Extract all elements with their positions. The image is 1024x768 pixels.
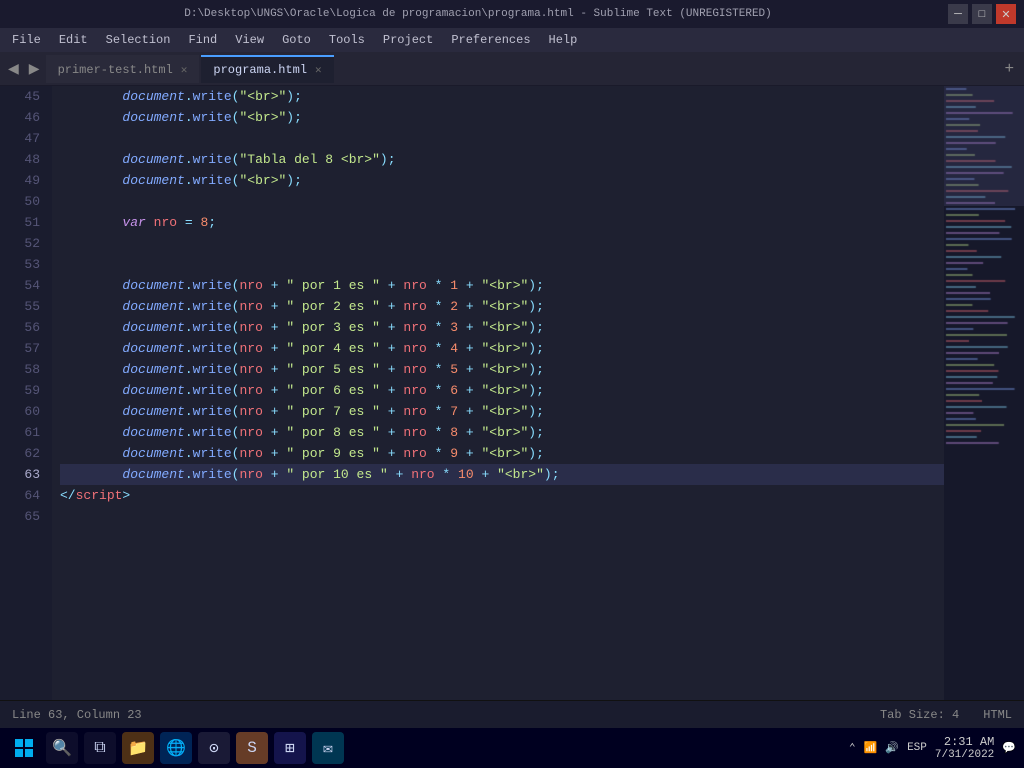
code-line-61: document.write(nro + " por 8 es " + nro … <box>60 422 944 443</box>
code-line-46: document.write("<br>"); <box>60 107 944 128</box>
code-area[interactable]: document.write("<br>"); document.write("… <box>52 86 944 700</box>
explorer-taskbar-icon[interactable]: 📁 <box>122 732 154 764</box>
code-line-56: document.write(nro + " por 3 es " + nro … <box>60 317 944 338</box>
menu-view[interactable]: View <box>227 31 272 49</box>
code-line-63: document.write(nro + " por 10 es " + nro… <box>60 464 944 485</box>
title-bar: D:\Desktop\UNGS\Oracle\Logica de program… <box>0 0 1024 28</box>
code-line-58: document.write(nro + " por 5 es " + nro … <box>60 359 944 380</box>
menu-file[interactable]: File <box>4 31 49 49</box>
code-line-60: document.write(nro + " por 7 es " + nro … <box>60 401 944 422</box>
tab-size[interactable]: Tab Size: 4 <box>880 708 959 722</box>
taskbar-language[interactable]: ESP <box>907 742 927 754</box>
clock[interactable]: 2:31 AM 7/31/2022 <box>935 735 994 761</box>
chrome-taskbar-icon[interactable]: ⊙ <box>198 732 230 764</box>
status-right: Tab Size: 4 HTML <box>880 708 1012 722</box>
tab-add-button[interactable]: + <box>999 60 1020 78</box>
line-numbers: 45 46 47 48 49 50 51 52 53 54 55 56 57 5… <box>0 86 52 700</box>
editor-container: 45 46 47 48 49 50 51 52 53 54 55 56 57 5… <box>0 86 1024 700</box>
menu-edit[interactable]: Edit <box>51 31 96 49</box>
code-line-59: document.write(nro + " por 6 es " + nro … <box>60 380 944 401</box>
code-line-49: document.write("<br>"); <box>60 170 944 191</box>
code-line-65 <box>60 506 944 527</box>
menu-find[interactable]: Find <box>180 31 225 49</box>
tab-close-icon[interactable]: ✕ <box>315 63 322 77</box>
code-line-57: document.write(nro + " por 4 es " + nro … <box>60 338 944 359</box>
menu-project[interactable]: Project <box>375 31 441 49</box>
code-line-50 <box>60 191 944 212</box>
tab-label: primer-test.html <box>58 63 173 77</box>
taskbar-right: ⌃ 📶 🔊 ESP 2:31 AM 7/31/2022 💬 <box>849 735 1016 761</box>
tab-label: programa.html <box>213 63 307 77</box>
menu-goto[interactable]: Goto <box>274 31 319 49</box>
title-text: D:\Desktop\UNGS\Oracle\Logica de program… <box>8 8 948 20</box>
tab-prev-button[interactable]: ◀ <box>4 55 23 83</box>
windows-logo-icon <box>15 739 33 757</box>
code-line-48: document.write("Tabla del 8 <br>"); <box>60 149 944 170</box>
taskbar-volume-icon[interactable]: 🔊 <box>885 741 899 755</box>
clock-time: 2:31 AM <box>935 735 994 749</box>
taskbar-wifi-icon[interactable]: 📶 <box>864 741 878 755</box>
taskbar: 🔍 ⧉ 📁 🌐 ⊙ S ⊞ ✉ ⌃ 📶 🔊 ESP 2:31 AM 7/31/2… <box>0 728 1024 768</box>
menu-bar: File Edit Selection Find View Goto Tools… <box>0 28 1024 52</box>
minimap <box>944 86 1024 700</box>
taskbar-notification-icon[interactable]: 💬 <box>1002 741 1016 755</box>
mail-taskbar-icon[interactable]: ✉ <box>312 732 344 764</box>
menu-selection[interactable]: Selection <box>98 31 179 49</box>
code-line-64: </script> <box>60 485 944 506</box>
cursor-position: Line 63, Column 23 <box>12 708 142 722</box>
tab-primer-test[interactable]: primer-test.html ✕ <box>46 55 200 83</box>
language-indicator[interactable]: HTML <box>983 708 1012 722</box>
code-line-53 <box>60 254 944 275</box>
edge-taskbar-icon[interactable]: 🌐 <box>160 732 192 764</box>
tab-next-button[interactable]: ▶ <box>25 55 44 83</box>
tab-programa[interactable]: programa.html ✕ <box>201 55 333 83</box>
search-taskbar-button[interactable]: 🔍 <box>46 732 78 764</box>
menu-help[interactable]: Help <box>541 31 586 49</box>
menu-tools[interactable]: Tools <box>321 31 373 49</box>
clock-date: 7/31/2022 <box>935 749 994 761</box>
code-line-52 <box>60 233 944 254</box>
windows-security-icon[interactable]: ⊞ <box>274 732 306 764</box>
minimize-button[interactable]: ─ <box>948 4 968 24</box>
menu-preferences[interactable]: Preferences <box>443 31 538 49</box>
task-view-button[interactable]: ⧉ <box>84 732 116 764</box>
code-line-51: var nro = 8; <box>60 212 944 233</box>
code-line-62: document.write(nro + " por 9 es " + nro … <box>60 443 944 464</box>
taskbar-left: 🔍 ⧉ 📁 🌐 ⊙ S ⊞ ✉ <box>8 732 344 764</box>
close-button[interactable]: ✕ <box>996 4 1016 24</box>
taskbar-up-arrow[interactable]: ⌃ <box>849 741 856 755</box>
sublime-taskbar-icon[interactable]: S <box>236 732 268 764</box>
status-bar: Line 63, Column 23 Tab Size: 4 HTML <box>0 700 1024 728</box>
code-line-54: document.write(nro + " por 1 es " + nro … <box>60 275 944 296</box>
windows-start-button[interactable] <box>8 732 40 764</box>
code-line-47 <box>60 128 944 149</box>
minimap-viewport <box>944 86 1024 206</box>
window-controls: ─ □ ✕ <box>948 4 1016 24</box>
restore-button[interactable]: □ <box>972 4 992 24</box>
code-line-55: document.write(nro + " por 2 es " + nro … <box>60 296 944 317</box>
code-line-45: document.write("<br>"); <box>60 86 944 107</box>
tab-close-icon[interactable]: ✕ <box>181 63 188 77</box>
tab-bar: ◀ ▶ primer-test.html ✕ programa.html ✕ + <box>0 52 1024 86</box>
